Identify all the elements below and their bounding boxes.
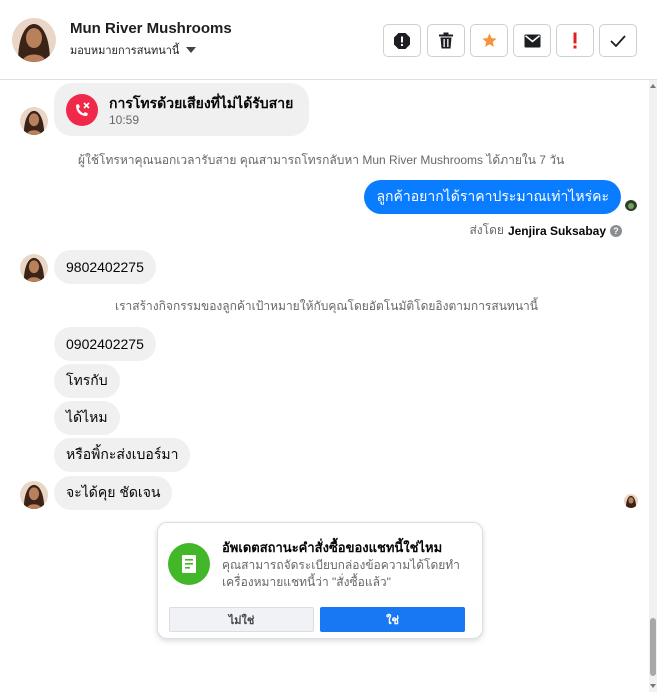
check-icon — [610, 34, 626, 47]
mark-done-button[interactable] — [599, 24, 637, 57]
order-prompt-description: คุณสามารถจัดระเบียบกล่องข้อความได้โดยทำเ… — [222, 558, 460, 589]
missed-call-time: 10:59 — [109, 113, 140, 127]
incoming-message-bubble[interactable]: ได้ไหม — [54, 401, 120, 435]
delete-button[interactable] — [427, 24, 465, 57]
assign-label: มอบหมายการสนทนานี้ — [70, 45, 180, 57]
order-prompt-title: อัพเดตสถานะคำสั่งซื้อของแชทนี้ใช่ไหม — [222, 540, 443, 555]
sent-by-name: Jenjira Suksabay — [507, 223, 606, 238]
incoming-message-bubble[interactable]: หรือพิ้กะส่งเบอร์มา — [54, 438, 191, 472]
incoming-message-bubble[interactable]: 0902402275 — [54, 327, 156, 361]
star-button[interactable] — [470, 24, 508, 57]
missed-call-title: การโทรด้วยเสียงที่ไม่ได้รับสาย — [109, 95, 294, 111]
incoming-message-bubble[interactable]: จะได้คุย ชัดเจน — [54, 476, 173, 510]
order-status-prompt: อัพเดตสถานะคำสั่งซื้อของแชทนี้ใช่ไหม คุณ… — [157, 522, 483, 639]
chevron-down-icon — [186, 47, 197, 53]
contact-avatar-small — [20, 481, 48, 509]
help-icon[interactable]: ? — [610, 224, 622, 237]
no-button[interactable]: ไม่ใช่ — [169, 607, 314, 632]
incoming-message-bubble[interactable]: 9802402275 — [54, 250, 156, 284]
spam-icon — [393, 32, 411, 50]
thread-scrollbar[interactable] — [649, 80, 657, 692]
read-receipt-avatar — [625, 199, 637, 211]
outgoing-message-bubble[interactable]: ลูกค้าอยากได้ราคาประมาณเท่าไหร่คะ — [364, 180, 621, 214]
missed-call-bubble[interactable]: การโทรด้วยเสียงที่ไม่ได้รับสาย 10:59 — [54, 83, 309, 136]
missed-call-note: ผู้ใช้โทรหาคุณนอกเวลารับสาย คุณสามารถโทร… — [78, 153, 565, 167]
contact-avatar-small — [20, 254, 48, 282]
yes-button[interactable]: ใช่ — [320, 607, 465, 632]
star-icon — [481, 32, 498, 49]
contact-avatar[interactable] — [12, 18, 56, 62]
trash-icon — [438, 32, 454, 49]
sent-by-prefix: ส่งโดย — [469, 223, 504, 237]
missed-call-icon — [66, 94, 98, 126]
scroll-up-arrow-icon[interactable] — [650, 84, 656, 88]
mark-important-button[interactable] — [556, 24, 594, 57]
scrollbar-thumb[interactable] — [650, 618, 656, 676]
mail-icon — [524, 34, 541, 48]
important-icon — [572, 32, 578, 49]
conversation-header: Mun River Mushrooms มอบหมายการสนทนานี้ — [0, 0, 657, 80]
incoming-message-bubble[interactable]: โทรกับ — [54, 364, 120, 398]
sent-by-label: ส่งโดย Jenjira Suksabay ? — [469, 221, 622, 240]
scroll-down-arrow-icon[interactable] — [650, 684, 656, 688]
mark-spam-button[interactable] — [383, 24, 421, 57]
contact-name[interactable]: Mun River Mushrooms — [70, 20, 232, 37]
seen-avatar — [624, 494, 638, 508]
assign-conversation-dropdown[interactable]: มอบหมายการสนทนานี้ — [70, 41, 197, 59]
contact-avatar-small — [20, 107, 48, 135]
mark-unread-button[interactable] — [513, 24, 551, 57]
activity-note: เราสร้างกิจกรรมของลูกค้าเป้าหมายให้กับคุ… — [115, 299, 538, 313]
order-receipt-icon — [168, 543, 210, 585]
